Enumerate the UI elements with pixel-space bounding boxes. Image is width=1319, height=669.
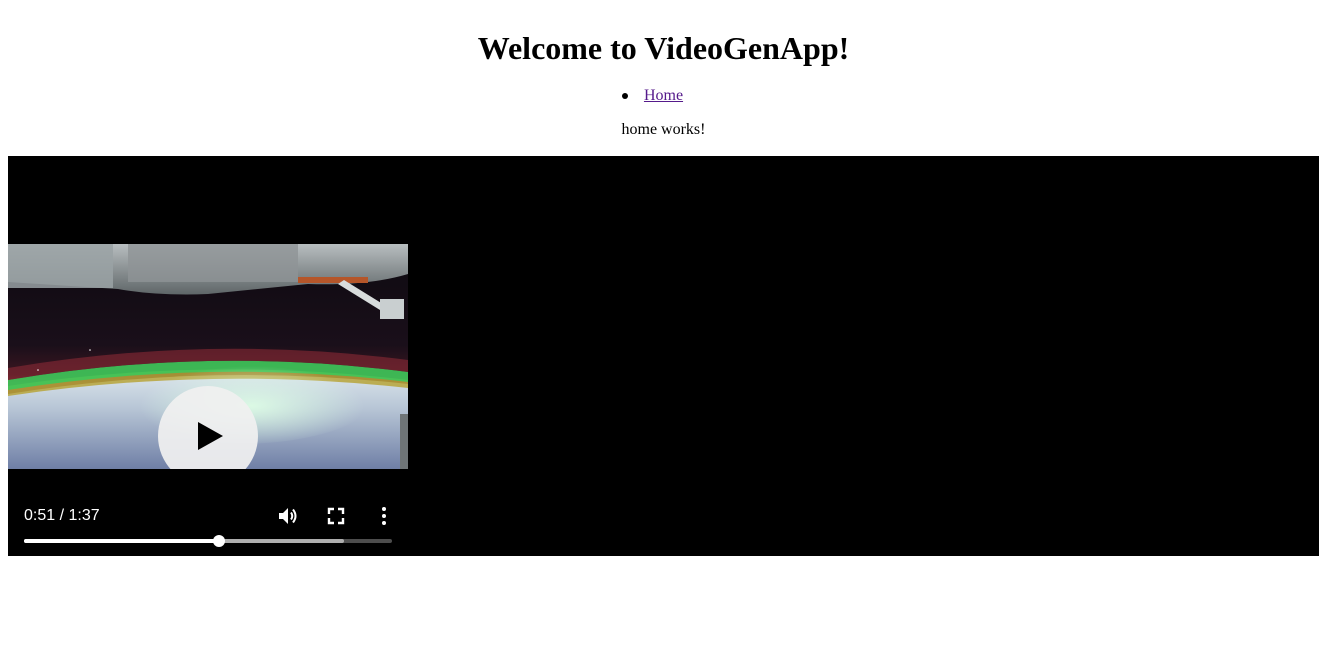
video-frame[interactable] (8, 244, 408, 469)
volume-icon (279, 508, 297, 524)
page-title: Welcome to VideoGenApp! (477, 30, 850, 66)
list-bullet (621, 93, 628, 99)
video-controls: 0:51 / 1:37 (8, 496, 408, 556)
nav-list: Home (0, 86, 1319, 106)
more-options-button[interactable] (372, 504, 396, 528)
progress-thumb[interactable] (213, 535, 226, 547)
progress-bar[interactable] (24, 535, 392, 547)
video-player[interactable]: 0:51 / 1:37 (8, 156, 408, 556)
home-link[interactable]: Home (644, 87, 683, 104)
video-element[interactable]: 0:51 / 1:37 (8, 156, 1319, 556)
play-icon (198, 422, 223, 450)
more-options-icon (382, 507, 386, 525)
fullscreen-button[interactable] (324, 504, 348, 528)
nav-item-home: Home (621, 86, 683, 106)
mute-button[interactable] (276, 504, 300, 528)
played-track (24, 539, 220, 543)
time-display: 0:51 / 1:37 (24, 507, 100, 524)
home-status-text: home works! (621, 121, 706, 138)
fullscreen-icon (327, 507, 345, 525)
